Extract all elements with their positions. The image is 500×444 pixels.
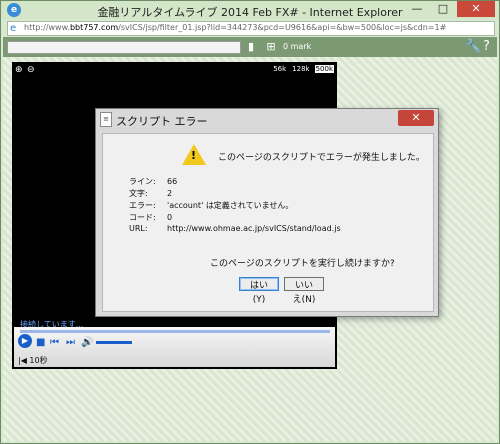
player-toolbar: ▮ ⊞ 0 mark 🔧 ? xyxy=(3,37,497,57)
detail-line: ライン: 66 xyxy=(129,177,178,186)
error-message: このページのスクリプトでエラーが発生しました。 xyxy=(218,153,425,163)
seek-bar[interactable] xyxy=(20,330,330,333)
wrench-icon[interactable]: 🔧 xyxy=(465,39,481,54)
no-button[interactable]: いいえ(N) xyxy=(284,277,324,305)
minimize-button[interactable]: — xyxy=(405,1,429,17)
rate-56k[interactable]: 56k xyxy=(272,65,287,73)
dialog-title: スクリプト エラー xyxy=(116,115,208,128)
bookmark-icon[interactable]: ▮ xyxy=(245,40,257,53)
browser-window: e 金融リアルタイムライブ 2014 Feb FX# - Internet Ex… xyxy=(0,0,500,444)
previous-icon[interactable]: ⏮ xyxy=(50,337,59,348)
continue-question: このページのスクリプトを実行し続けますか? xyxy=(210,259,395,269)
warning-mark: ! xyxy=(191,149,197,162)
help-icon[interactable]: ? xyxy=(483,39,490,54)
dialog-close-button[interactable]: ✕ xyxy=(398,110,434,126)
error-details: ライン: 66 文字: 2 エラー:'account' は定義されていません。 コー… xyxy=(129,176,341,236)
skip-back-timer[interactable]: |◀ 10秒 xyxy=(18,355,48,366)
bitrate-selector: 56k 128k 500k xyxy=(268,65,334,73)
play-button[interactable]: ▶ xyxy=(18,334,32,348)
maximize-button[interactable]: □ xyxy=(431,1,455,17)
next-icon[interactable]: ⏭ xyxy=(66,337,75,348)
address-bar[interactable]: e http://www.bbt757.com/svICS/jsp/filter… xyxy=(7,21,495,36)
zoom-in-icon[interactable]: ⊕ xyxy=(15,65,23,75)
detail-error: エラー:'account' は定義されていません。 xyxy=(129,201,294,210)
detail-url: URL: http://www.ohmae.ac.jp/svICS/stand/l… xyxy=(129,224,341,233)
dialog-body: ! このページのスクリプトでエラーが発生しました。 ライン: 66 文字: 2 エラ… xyxy=(102,133,434,312)
volume-slider[interactable] xyxy=(96,341,132,344)
dialog-title-bar: ≡ スクリプト エラー ✕ xyxy=(96,109,438,131)
stop-icon[interactable]: ■ xyxy=(36,337,45,348)
mark-count: 0 mark xyxy=(283,42,312,51)
rate-128k[interactable]: 128k xyxy=(291,65,310,73)
address-url: http://www.bbt757.com/svICS/jsp/filter_0… xyxy=(24,23,447,32)
detail-code: コード: 0 xyxy=(129,213,173,222)
close-window-button[interactable]: ✕ xyxy=(457,1,495,17)
yes-button[interactable]: はい(Y) xyxy=(239,277,279,305)
rate-500k[interactable]: 500k xyxy=(314,65,334,73)
player-controls: ▶ ■ ⏮ ⏭ 🔊 |◀ 10秒 xyxy=(14,327,335,367)
page-icon: e xyxy=(10,23,17,34)
detail-char: 文字: 2 xyxy=(129,189,173,198)
document-icon: ≡ xyxy=(100,112,112,127)
title-bar: e 金融リアルタイムライブ 2014 Feb FX# - Internet Ex… xyxy=(1,1,499,19)
mark-icon[interactable]: ⊞ xyxy=(265,40,277,53)
progress-bar xyxy=(7,41,241,54)
zoom-out-icon[interactable]: ⊖ xyxy=(27,65,35,75)
volume-icon[interactable]: 🔊 xyxy=(81,337,93,348)
script-error-dialog: ≡ スクリプト エラー ✕ ! このページのスクリプトでエラーが発生しました。 … xyxy=(95,108,439,317)
